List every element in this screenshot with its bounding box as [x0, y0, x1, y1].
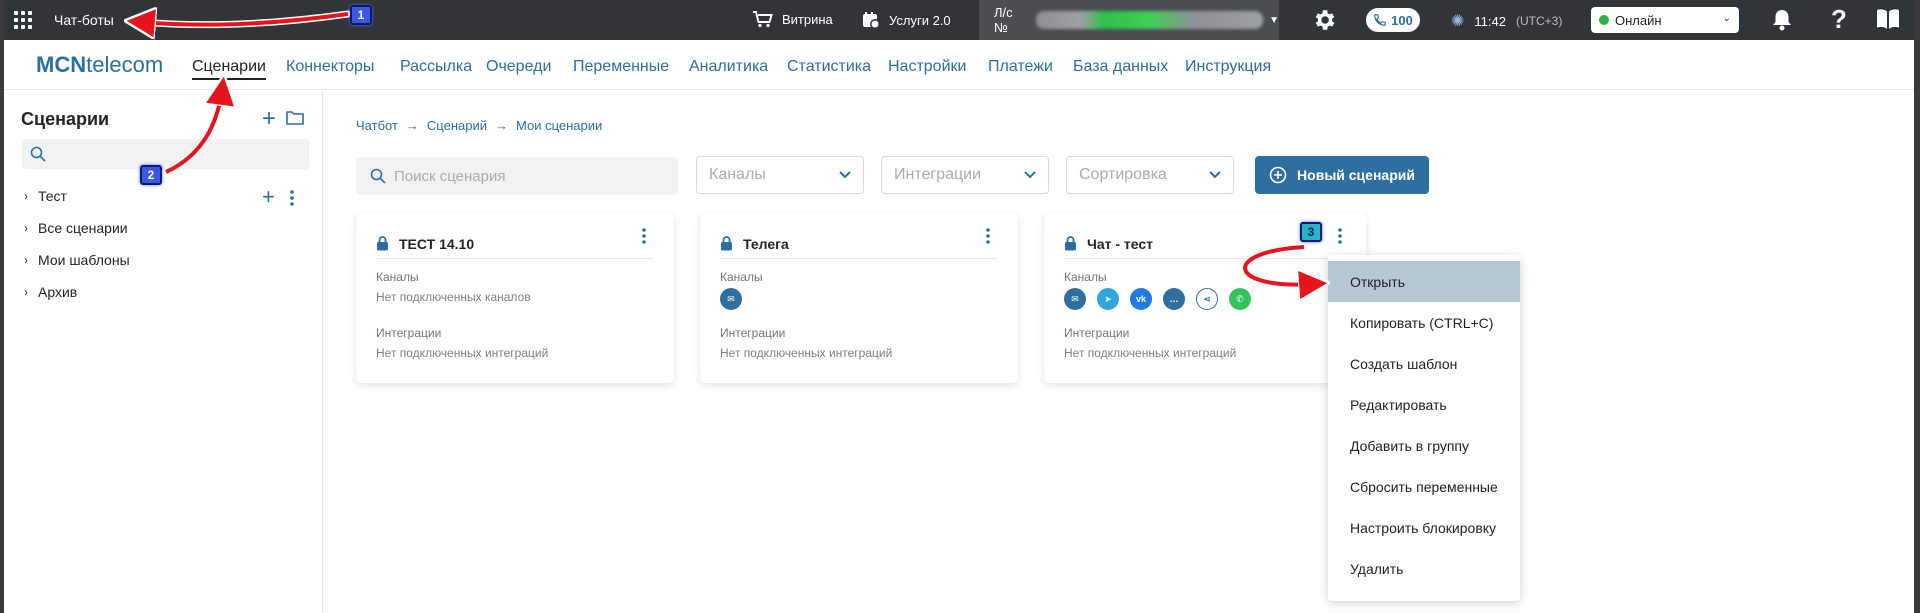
- annotation-arrow-2: [162, 86, 226, 176]
- annotation-callout-2: 2: [140, 165, 162, 185]
- app-window: Чат-боты Витрина Услуги 2.0 Л/с № ▼ 100 …: [4, 0, 1914, 613]
- annotation-callout-1: 1: [350, 5, 372, 25]
- annotation-callout-3: 3: [1300, 222, 1322, 242]
- annotation-arrows: [4, 0, 1914, 613]
